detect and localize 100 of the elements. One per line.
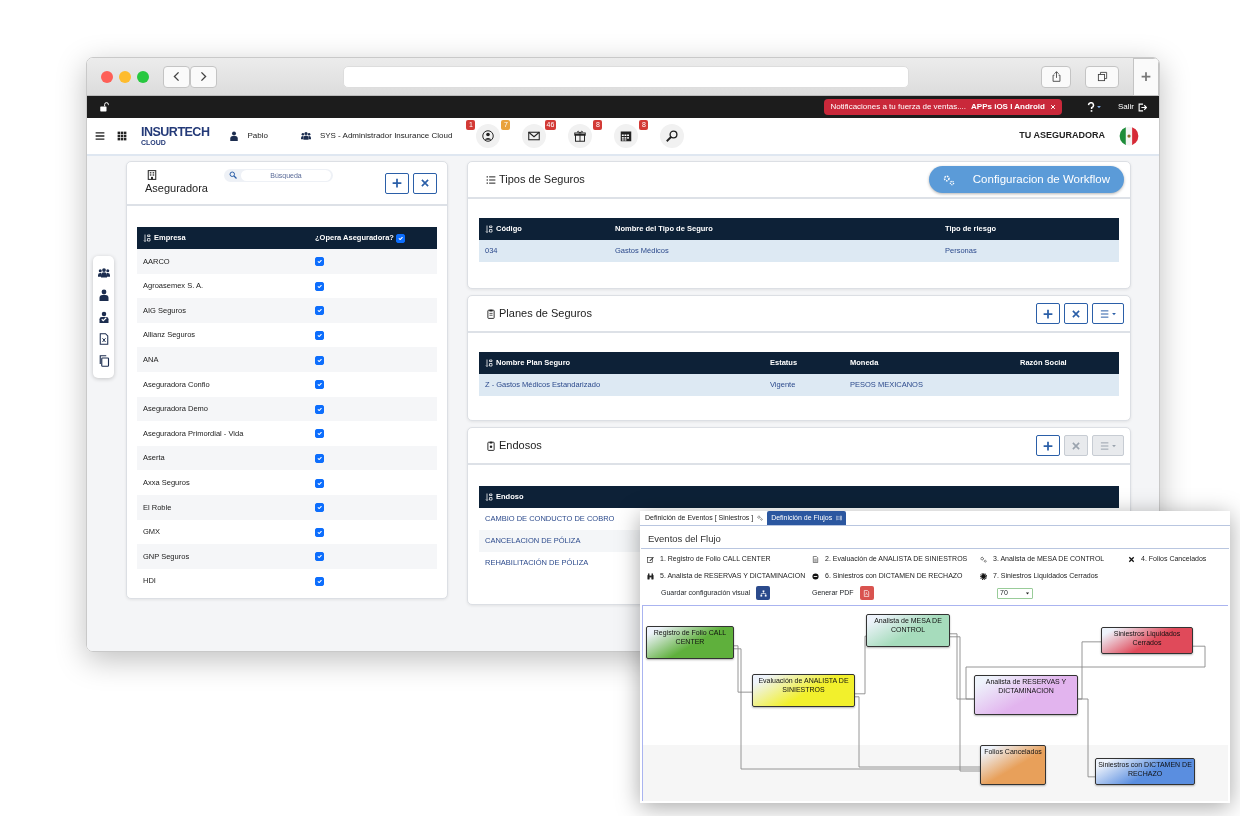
- search-icon: [229, 171, 237, 179]
- share-button[interactable]: [1041, 65, 1071, 88]
- close-icon[interactable]: [1050, 104, 1056, 110]
- pdf-icon: [863, 589, 871, 597]
- checkbox[interactable]: [315, 503, 324, 513]
- add-button[interactable]: [385, 172, 409, 194]
- shortcut-button[interactable]: [522, 124, 547, 148]
- pdf-button[interactable]: [859, 586, 874, 601]
- panel-title: Planes de Seguros: [499, 306, 592, 322]
- checkbox[interactable]: [315, 429, 324, 439]
- close-icon: [420, 178, 430, 188]
- user-icon: [229, 131, 240, 141]
- plus-icon: [1043, 440, 1053, 451]
- checkbox[interactable]: [315, 478, 324, 488]
- shortcut-button[interactable]: [476, 124, 501, 148]
- menu-icon[interactable]: [95, 131, 105, 141]
- checkbox[interactable]: [315, 355, 324, 365]
- caret-icon: [1111, 310, 1117, 317]
- checkbox[interactable]: [315, 576, 324, 586]
- forward-icon: [198, 71, 209, 82]
- sort-icon: [143, 234, 151, 243]
- help-menu[interactable]: [1086, 102, 1102, 112]
- forward-button[interactable]: [190, 65, 217, 88]
- close-icon: [1071, 308, 1081, 319]
- logout-icon: [1138, 102, 1147, 112]
- user-icon: [482, 128, 495, 144]
- clipboard-icon: [486, 440, 496, 451]
- add-button[interactable]: [1036, 435, 1060, 456]
- flag-icon[interactable]: [1119, 126, 1139, 146]
- apps-icon[interactable]: [117, 131, 127, 141]
- minus-circle-icon: [812, 572, 819, 580]
- add-button[interactable]: [1036, 303, 1060, 324]
- help-icon: [1086, 102, 1096, 112]
- checkbox[interactable]: [315, 527, 324, 537]
- close-button[interactable]: [101, 70, 113, 83]
- tabs-button[interactable]: [1085, 65, 1119, 88]
- binoculars-icon: [647, 572, 654, 580]
- checkbox[interactable]: [315, 380, 324, 390]
- user-name[interactable]: Pablo: [247, 130, 268, 142]
- plus-icon: [392, 178, 402, 188]
- list-icon: [1099, 440, 1109, 451]
- sort-icon: [485, 493, 493, 502]
- logout-link[interactable]: Salir: [1118, 101, 1147, 113]
- search-icon: [666, 128, 679, 144]
- new-tab-button[interactable]: [1133, 58, 1159, 96]
- group-icon[interactable]: [97, 267, 110, 279]
- gears-icon: [757, 514, 764, 521]
- checkbox[interactable]: [315, 330, 324, 340]
- caret-icon: [1096, 104, 1102, 110]
- tabs-icon: [1096, 71, 1108, 82]
- gear-icon: [980, 572, 987, 580]
- checkbox[interactable]: [315, 306, 324, 316]
- checkbox[interactable]: [315, 552, 324, 562]
- card-title: Aseguradora: [145, 180, 208, 196]
- gears-icon: [942, 173, 955, 186]
- clipboard-icon: [486, 308, 496, 319]
- group-icon: [299, 131, 312, 141]
- spreadsheet-icon[interactable]: [97, 333, 110, 345]
- delete-button[interactable]: [413, 172, 437, 194]
- sort-icon: [485, 225, 493, 234]
- close-icon: [1071, 440, 1081, 451]
- document-icon: [812, 556, 819, 563]
- save-layout-button[interactable]: [756, 586, 771, 601]
- notification-text: Notificaciones a tu fuerza de ventas....: [830, 101, 967, 113]
- panel-title: Tipos de Seguros: [499, 172, 585, 188]
- user-check-icon[interactable]: [97, 311, 110, 323]
- caret-icon: [1025, 590, 1030, 596]
- checkbox[interactable]: [315, 453, 324, 463]
- sitemap-icon: [759, 589, 767, 597]
- sort-icon: [485, 359, 493, 368]
- company-name: TU ASEGURADORA: [1019, 129, 1105, 143]
- menu-button[interactable]: [1092, 303, 1124, 324]
- checkbox[interactable]: [315, 404, 324, 414]
- lock-icon: [99, 102, 109, 112]
- gears-icon: [980, 556, 987, 563]
- user-icon[interactable]: [97, 289, 110, 301]
- back-button[interactable]: [163, 65, 190, 88]
- checkbox[interactable]: [396, 233, 405, 243]
- shortcut-button[interactable]: [614, 124, 639, 148]
- section-heading: Eventos del Flujo: [641, 526, 1229, 550]
- checkbox[interactable]: [315, 281, 324, 291]
- building-icon: [147, 169, 157, 180]
- list-icon: [486, 174, 496, 185]
- copy-icon[interactable]: [97, 355, 110, 367]
- notification-link[interactable]: APPs iOS I Android: [971, 101, 1045, 113]
- plus-icon: [1141, 71, 1151, 82]
- delete-button[interactable]: [1064, 303, 1088, 324]
- flow-icon: [836, 514, 843, 521]
- role-label: SYS - Administrador Insurance Cloud: [319, 130, 453, 142]
- edit-icon: [647, 556, 654, 563]
- panel-title: Endosos: [499, 438, 542, 454]
- close-icon: [1128, 556, 1135, 563]
- gift-icon: [574, 128, 587, 144]
- back-icon: [171, 71, 182, 82]
- checkbox[interactable]: [315, 257, 324, 267]
- shortcut-button[interactable]: [660, 124, 685, 148]
- list-icon: [1099, 308, 1109, 319]
- shortcut-button[interactable]: [568, 124, 593, 148]
- caret-icon: [1111, 442, 1117, 449]
- share-icon: [1050, 71, 1062, 82]
